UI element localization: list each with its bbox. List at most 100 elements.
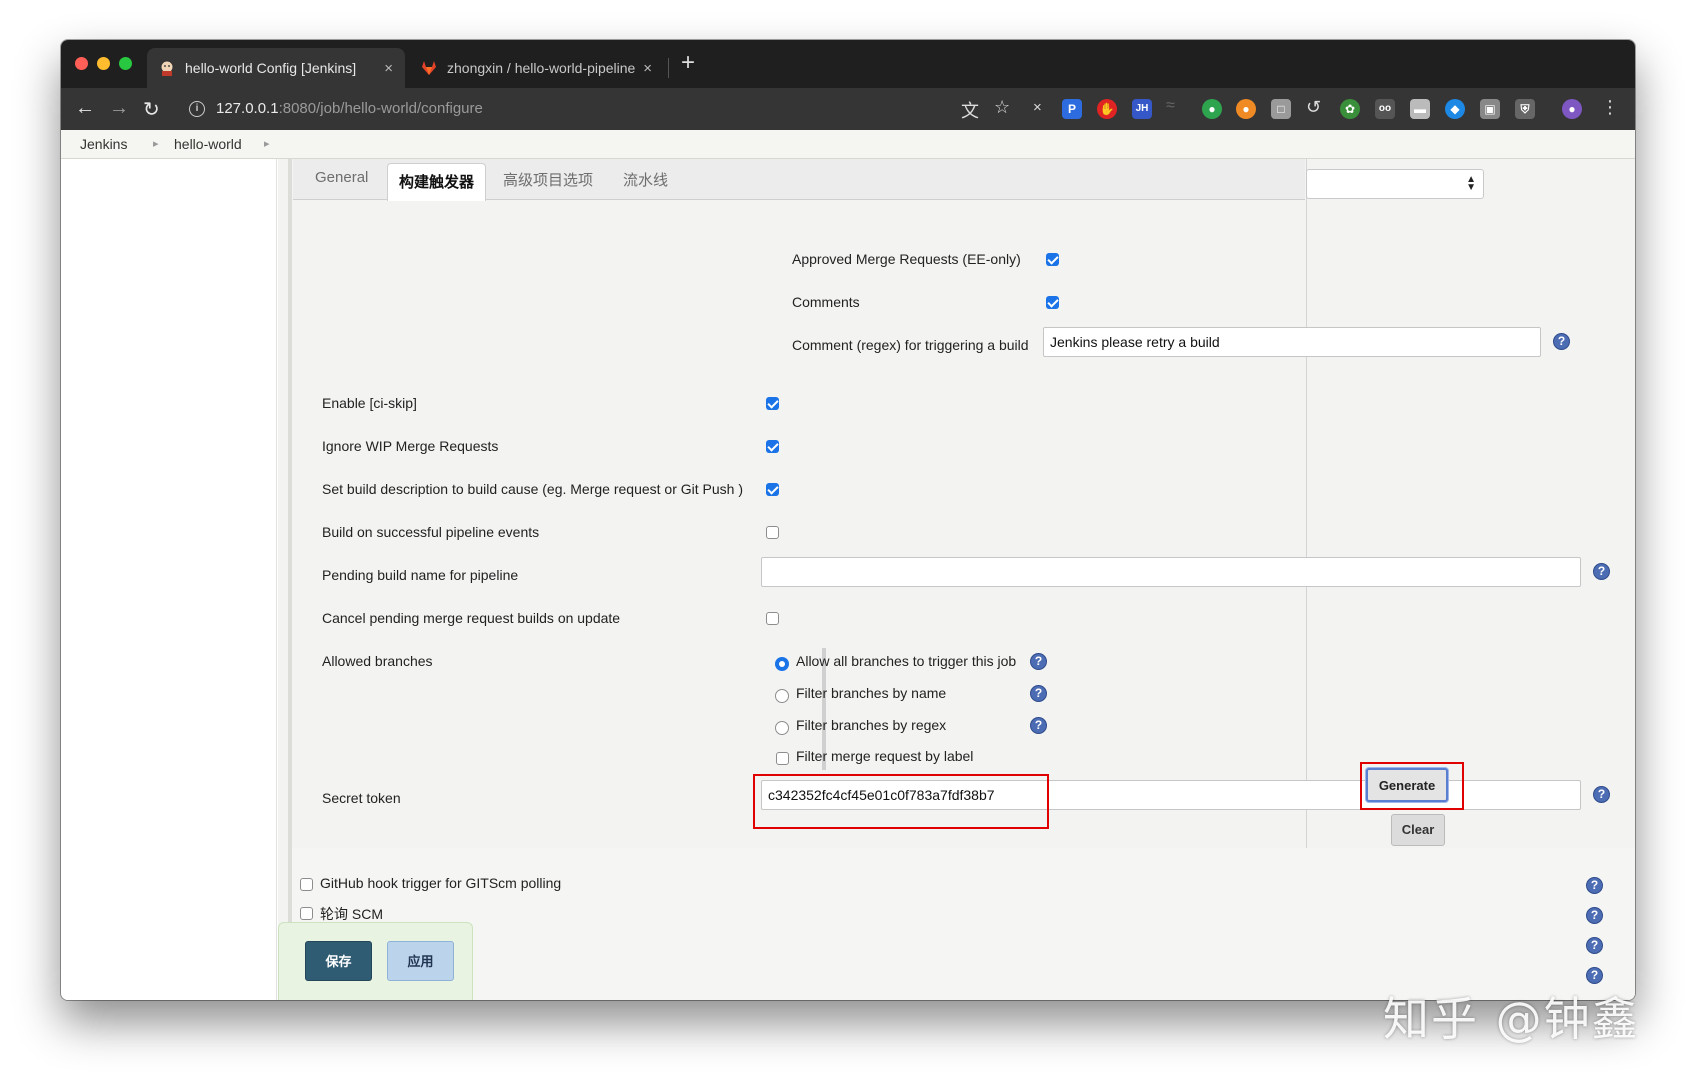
- pending-build-name-input[interactable]: [761, 557, 1581, 587]
- extension-doc-icon[interactable]: □: [1271, 99, 1291, 119]
- browser-toolbar: ← → ↻ i 127.0.0.1:8080/job/hello-world/c…: [61, 88, 1635, 130]
- breadcrumb-hello-world[interactable]: hello-world: [174, 136, 242, 152]
- gitlab-favicon-icon: [422, 61, 436, 75]
- allowed-branches-label: Allowed branches: [322, 653, 433, 669]
- github-hook-label: GitHub hook trigger for GITScm polling: [320, 875, 562, 891]
- filter-by-name-label[interactable]: Filter branches by name: [796, 685, 946, 701]
- address-bar[interactable]: 127.0.0.1:8080/job/hello-world/configure: [216, 100, 483, 117]
- apply-button[interactable]: 应用: [387, 941, 454, 981]
- bookmark-star-icon[interactable]: ☆: [994, 97, 1010, 118]
- clear-token-button[interactable]: Clear: [1391, 814, 1445, 846]
- tab-general[interactable]: General: [315, 169, 368, 186]
- minimize-window-button[interactable]: [97, 57, 110, 70]
- trigger-help-icon[interactable]: ?: [1586, 937, 1603, 954]
- extension-oo-icon[interactable]: oo: [1375, 99, 1395, 119]
- site-info-icon[interactable]: i: [189, 101, 205, 117]
- poll-scm-help-icon[interactable]: ?: [1586, 907, 1603, 924]
- tab-pipeline[interactable]: 流水线: [623, 169, 668, 190]
- extension-card-icon[interactable]: ▬: [1410, 99, 1430, 119]
- extension-orange-icon[interactable]: ●: [1236, 99, 1256, 119]
- tab-divider: [668, 58, 669, 78]
- github-hook-checkbox[interactable]: [300, 878, 313, 891]
- extension-evernote-icon[interactable]: ●: [1202, 99, 1222, 119]
- filter-by-regex-help-icon[interactable]: ?: [1030, 717, 1047, 734]
- extension-close-icon[interactable]: ×: [1033, 99, 1042, 116]
- allow-all-branches-label[interactable]: Allow all branches to trigger this job: [796, 653, 1016, 669]
- github-hook-help-icon[interactable]: ?: [1586, 877, 1603, 894]
- maximize-window-button[interactable]: [119, 57, 132, 70]
- extension-graph-icon[interactable]: ≈: [1166, 97, 1175, 115]
- browser-window: hello-world Config [Jenkins] × zhongxin …: [61, 40, 1635, 1000]
- secret-token-label: Secret token: [322, 790, 401, 806]
- trigger-select-dropdown[interactable]: ▲ ▼: [1306, 169, 1484, 199]
- filter-by-name-radio[interactable]: [775, 689, 789, 703]
- url-path: :8080/job/hello-world/configure: [278, 100, 483, 117]
- breadcrumb: Jenkins ▸ hello-world ▸: [61, 130, 1635, 159]
- tab-advanced-project-options[interactable]: 高级项目选项: [503, 169, 593, 190]
- trigger-help-icon[interactable]: ?: [1586, 967, 1603, 984]
- new-tab-button[interactable]: +: [681, 49, 695, 77]
- config-tabs-bar: General 构建触发器 高级项目选项 流水线: [293, 159, 1305, 201]
- tab-title: zhongxin / hello-world-pipeline: [447, 60, 636, 76]
- ci-skip-checkbox[interactable]: [766, 397, 779, 410]
- secret-token-help-icon[interactable]: ?: [1593, 786, 1610, 803]
- browser-tab-gitlab[interactable]: zhongxin / hello-world-pipeline ×: [409, 48, 664, 88]
- extension-shield-icon[interactable]: ⛨: [1515, 99, 1535, 119]
- save-button[interactable]: 保存: [305, 941, 372, 981]
- profile-avatar-icon[interactable]: ●: [1562, 99, 1582, 119]
- select-arrows-icon: ▲ ▼: [1466, 174, 1476, 193]
- filter-by-regex-radio[interactable]: [775, 721, 789, 735]
- comments-label: Comments: [792, 294, 860, 310]
- pipeline-events-label: Build on successful pipeline events: [322, 524, 540, 540]
- breadcrumb-jenkins[interactable]: Jenkins: [80, 136, 127, 152]
- pending-build-name-help-icon[interactable]: ?: [1593, 563, 1610, 580]
- filter-by-label-checkbox[interactable]: [776, 752, 789, 765]
- tab-title: hello-world Config [Jenkins]: [185, 60, 357, 76]
- tab-build-triggers[interactable]: 构建触发器: [387, 163, 487, 201]
- browser-tab-jenkins[interactable]: hello-world Config [Jenkins] ×: [147, 48, 405, 88]
- ci-skip-label: Enable [ci-skip]: [322, 395, 417, 411]
- filter-by-label-label[interactable]: Filter merge request by label: [796, 748, 973, 764]
- tab-close-icon[interactable]: ×: [643, 60, 652, 77]
- close-window-button[interactable]: [75, 57, 88, 70]
- filter-by-regex-label[interactable]: Filter branches by regex: [796, 717, 946, 733]
- pending-build-name-label: Pending build name for pipeline: [322, 567, 519, 583]
- comment-regex-help-icon[interactable]: ?: [1553, 333, 1570, 350]
- extension-window-icon[interactable]: ▣: [1480, 99, 1500, 119]
- comment-regex-input[interactable]: [1043, 327, 1541, 357]
- menu-kebab-icon[interactable]: ⋮: [1601, 97, 1619, 118]
- extension-p-icon[interactable]: P: [1062, 99, 1082, 119]
- ignore-wip-label: Ignore WIP Merge Requests: [322, 438, 499, 454]
- set-description-checkbox[interactable]: [766, 483, 779, 496]
- ignore-wip-checkbox[interactable]: [766, 440, 779, 453]
- translate-icon[interactable]: 文: [961, 97, 979, 123]
- generate-token-button[interactable]: Generate: [1366, 768, 1448, 802]
- pipeline-events-checkbox[interactable]: [766, 526, 779, 539]
- jenkins-favicon-icon: [160, 60, 174, 76]
- poll-scm-checkbox[interactable]: [300, 907, 313, 920]
- breadcrumb-separator-icon[interactable]: ▸: [264, 137, 270, 150]
- approved-mr-label: Approved Merge Requests (EE-only): [792, 251, 1021, 267]
- extension-leaf-icon[interactable]: ✿: [1340, 99, 1360, 119]
- comments-checkbox[interactable]: [1046, 296, 1059, 309]
- approved-mr-checkbox[interactable]: [1046, 253, 1059, 266]
- forward-arrow-icon[interactable]: →: [109, 97, 129, 120]
- cancel-pending-checkbox[interactable]: [766, 612, 779, 625]
- allow-all-branches-radio[interactable]: [775, 657, 789, 671]
- extension-swirl-icon[interactable]: ↺: [1306, 97, 1321, 118]
- cancel-pending-label: Cancel pending merge request builds on u…: [322, 610, 621, 626]
- reload-icon[interactable]: ↻: [143, 97, 160, 122]
- tab-strip: hello-world Config [Jenkins] × zhongxin …: [61, 40, 1635, 88]
- back-arrow-icon[interactable]: ←: [75, 97, 95, 120]
- tab-close-icon[interactable]: ×: [384, 60, 393, 77]
- watermark: 知乎 @钟鑫: [1383, 992, 1640, 1046]
- highlight-box: [753, 774, 1049, 829]
- extension-jh-icon[interactable]: JH: [1132, 99, 1152, 119]
- breadcrumb-separator-icon: ▸: [153, 138, 159, 150]
- filter-by-name-help-icon[interactable]: ?: [1030, 685, 1047, 702]
- poll-scm-label: 轮询 SCM: [320, 906, 383, 922]
- extension-adblock-icon[interactable]: ✋: [1097, 99, 1117, 119]
- side-panel: [61, 159, 277, 1000]
- extension-diamond-icon[interactable]: ◆: [1445, 99, 1465, 119]
- allow-all-branches-help-icon[interactable]: ?: [1030, 653, 1047, 670]
